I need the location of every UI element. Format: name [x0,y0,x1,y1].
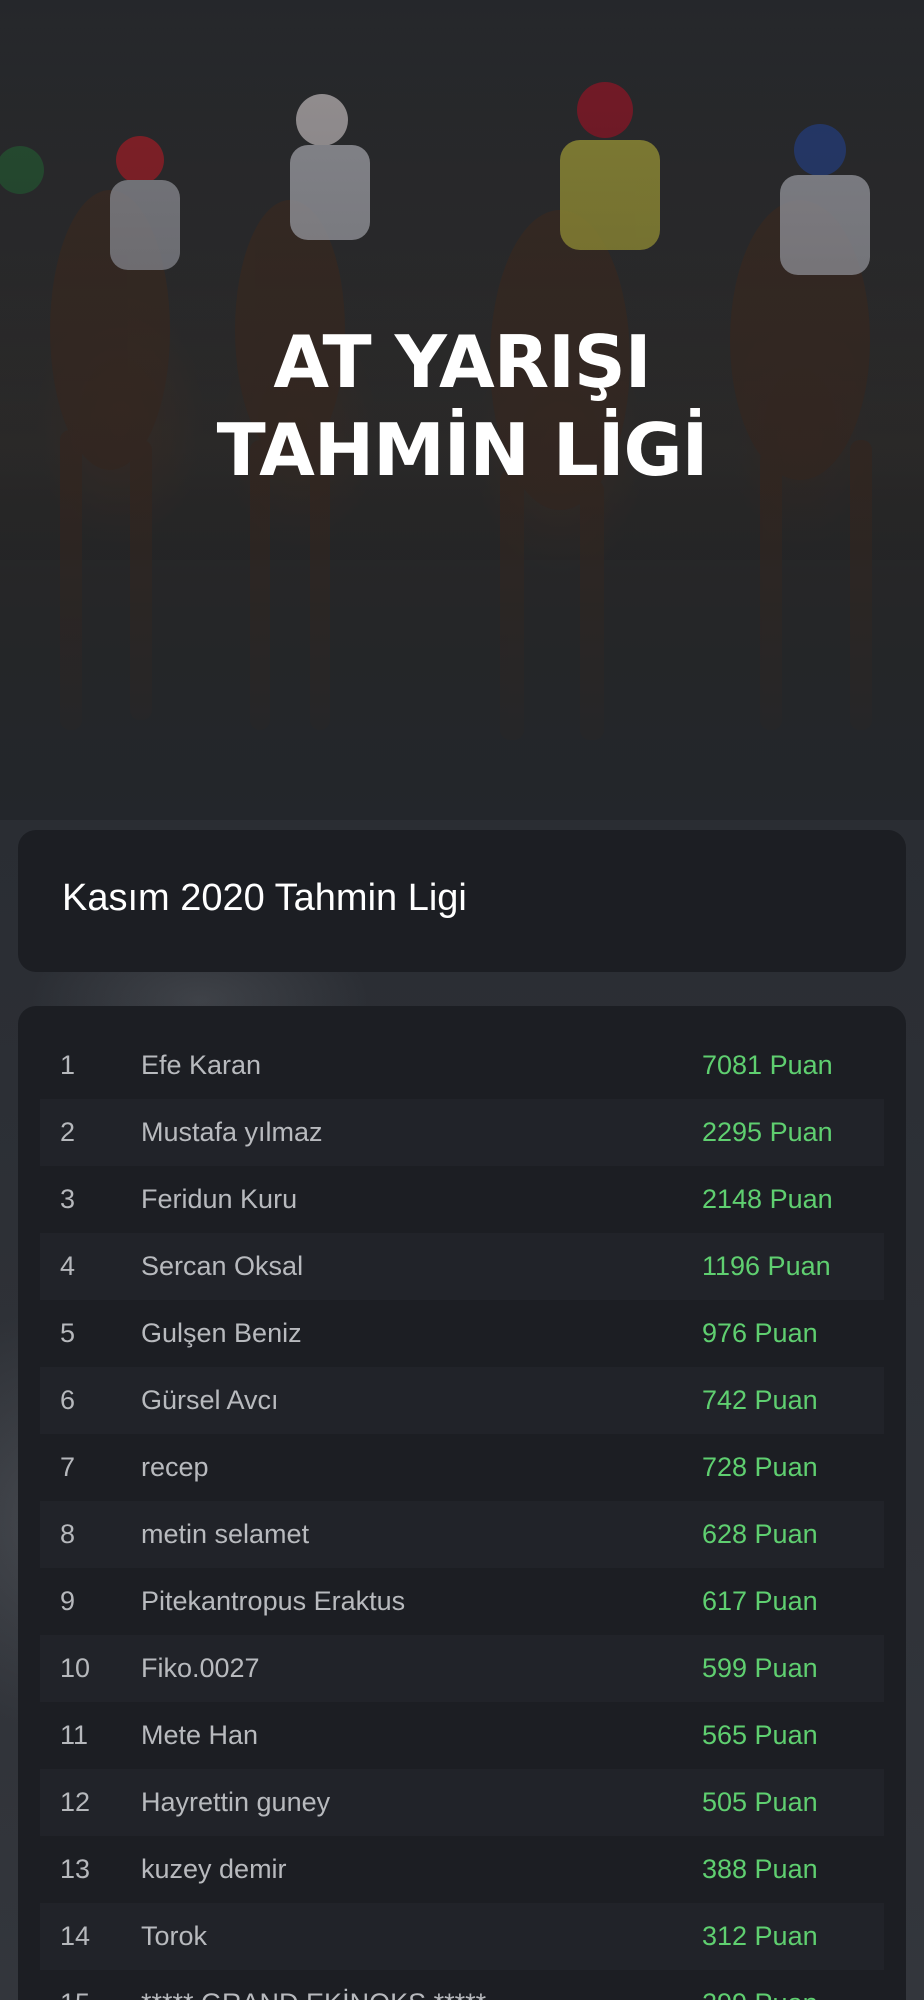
player-name: ***** GRAND EKİNOKS ***** [141,1970,486,2000]
player-name: kuzey demir [141,1854,287,1884]
ranking-list: 1 Efe Karan 7081 Puan 2 Mustafa yılmaz 2295 P… [40,1032,884,2000]
ranking-row: 12 Hayrettin guney 505 Puan [40,1769,884,1836]
ranking-row: 11 Mete Han 565 Puan [40,1702,884,1769]
ranking-card: 1 Efe Karan 7081 Puan 2 Mustafa yılmaz 2295 P… [18,1006,906,2000]
rank-number: 4 [60,1251,76,1281]
player-name: Torok [141,1921,208,1951]
league-header-card: Kasım 2020 Tahmin Ligi [18,830,906,972]
ranking-row: 9 Pitekantropus Eraktus 617 Puan [40,1568,884,1635]
hero-title: AT YARIŞI TAHMİN LİGİ [0,318,924,494]
player-name: Mete Han [141,1720,259,1750]
rank-number: 12 [60,1787,91,1817]
ranking-row: 15 ***** GRAND EKİNOKS ***** 299 Puan [40,1970,884,2000]
player-name: Feridun Kuru [141,1184,298,1214]
player-name: recep [141,1452,209,1482]
ranking-row: 2 Mustafa yılmaz 2295 Puan [40,1099,884,1166]
player-name: Sercan Oksal [141,1251,304,1281]
player-points: 7081 Puan [702,1050,833,1080]
player-points: 617 Puan [702,1586,818,1616]
player-name: Pitekantropus Eraktus [141,1586,406,1616]
rank-number: 7 [60,1452,76,1482]
rank-number: 15 [60,1970,90,2000]
player-name: metin selamet [141,1519,310,1549]
player-points: 742 Puan [702,1385,818,1415]
ranking-row: 5 Gulşen Beniz 976 Puan [40,1300,884,1367]
player-name: Fiko.0027 [141,1653,260,1683]
ranking-row: 3 Feridun Kuru 2148 Puan [40,1166,884,1233]
rank-number: 9 [60,1586,76,1616]
ranking-row: 10 Fiko.0027 599 Puan [40,1635,884,1702]
rank-number: 14 [60,1921,91,1951]
rank-number: 11 [60,1720,89,1750]
rank-number: 1 [60,1050,76,1080]
rank-number: 10 [60,1653,91,1683]
player-points: 628 Puan [702,1519,818,1549]
page: AT YARIŞI TAHMİN LİGİ Kasım 2020 Tahmin … [0,0,924,2000]
hero-title-line1: AT YARIŞI [273,320,651,404]
player-points: 2148 Puan [702,1184,833,1214]
rank-number: 6 [60,1385,76,1415]
player-name: Gulşen Beniz [141,1318,302,1348]
player-points: 728 Puan [702,1452,818,1482]
rank-number: 13 [60,1854,91,1884]
player-points: 2295 Puan [702,1117,833,1147]
player-name: Efe Karan [141,1050,262,1080]
hero-banner: AT YARIŞI TAHMİN LİGİ [0,0,924,820]
ranking-row: 1 Efe Karan 7081 Puan [40,1032,884,1099]
rank-number: 5 [60,1318,76,1348]
ranking-row: 13 kuzey demir 388 Puan [40,1836,884,1903]
player-points: 1196 Puan [702,1251,831,1281]
ranking-row: 14 Torok 312 Puan [40,1903,884,1970]
ranking-row: 6 Gürsel Avcı 742 Puan [40,1367,884,1434]
player-points: 299 Puan [702,1970,818,2000]
player-name: Mustafa yılmaz [141,1117,323,1147]
league-title: Kasım 2020 Tahmin Ligi [62,877,467,919]
player-points: 312 Puan [702,1921,818,1951]
player-points: 565 Puan [702,1720,818,1750]
ranking-row: 7 recep 728 Puan [40,1434,884,1501]
player-points: 599 Puan [702,1653,818,1683]
player-points: 388 Puan [702,1854,818,1884]
ranking-row: 8 metin selamet 628 Puan [40,1501,884,1568]
rank-number: 3 [60,1184,76,1214]
rank-number: 2 [60,1117,76,1147]
player-name: Gürsel Avcı [141,1385,279,1415]
rank-number: 8 [60,1519,76,1549]
ranking-row: 4 Sercan Oksal 1196 Puan [40,1233,884,1300]
player-name: Hayrettin guney [141,1787,331,1817]
player-points: 976 Puan [702,1318,818,1348]
hero-title-line2: TAHMİN LİGİ [216,408,709,492]
player-points: 505 Puan [702,1787,818,1817]
